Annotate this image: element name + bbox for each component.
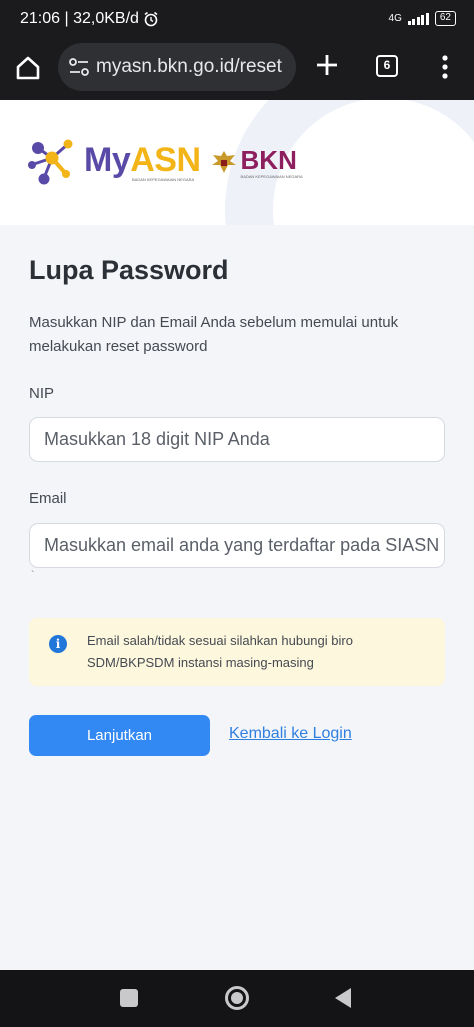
bkn-wordmark: BKN BADAN KEPEGAWAIAN NEGARA — [241, 146, 303, 179]
garuda-emblem-icon — [211, 151, 236, 173]
new-tab-icon[interactable] — [314, 52, 340, 78]
back-icon[interactable] — [335, 988, 351, 1008]
bkn-text: BKN — [240, 144, 297, 175]
email-label: Email — [29, 490, 67, 507]
info-alert: i Email salah/tidak sesuai silahkan hubu… — [29, 618, 445, 686]
continue-button[interactable]: Lanjutkan — [29, 715, 210, 756]
home-nav-icon[interactable] — [225, 986, 249, 1010]
reset-password-form: Lupa Password Masukkan NIP dan Email And… — [0, 225, 474, 970]
battery-icon: 62 — [434, 11, 456, 26]
alarm-icon — [144, 11, 158, 27]
myasn-subtitle: BADAN KEPEGAWAIAN NEGARA — [132, 176, 195, 182]
site-settings-icon[interactable] — [68, 57, 90, 77]
logo-header: MyASN BADAN KEPEGAWAIAN NEGARA BKN BADAN… — [0, 100, 474, 225]
myasn-logo-icon — [28, 139, 73, 185]
page-title: Lupa Password — [29, 255, 229, 285]
myasn-asn: ASN — [130, 140, 201, 179]
logo-row: MyASN BADAN KEPEGAWAIAN NEGARA BKN BADAN… — [24, 134, 303, 190]
url-text: myasn.bkn.go.id/reset — [96, 56, 282, 77]
system-nav-bar — [0, 970, 474, 1027]
network-type: 4G — [388, 13, 402, 24]
myasn-wordmark: MyASN BADAN KEPEGAWAIAN NEGARA — [84, 143, 201, 182]
home-icon[interactable] — [14, 54, 42, 82]
tab-switcher-button[interactable]: 6 — [376, 55, 398, 77]
page-description: Masukkan NIP dan Email Anda sebelum memu… — [29, 314, 399, 355]
nip-label: NIP — [29, 385, 55, 402]
browser-toolbar: myasn.bkn.go.id/reset 6 — [0, 38, 474, 100]
signal-icon — [407, 12, 429, 25]
address-bar[interactable]: myasn.bkn.go.id/reset — [58, 43, 296, 91]
more-menu-icon[interactable] — [438, 54, 452, 80]
bkn-subtitle: BADAN KEPEGAWAIAN NEGARA — [240, 173, 303, 179]
myasn-my: My — [84, 140, 131, 179]
recents-icon[interactable] — [120, 989, 138, 1007]
email-input[interactable]: Masukkan email anda yang terdaftar pada … — [29, 523, 445, 568]
stray-mark: ` — [31, 570, 35, 581]
status-time: 21:06 | 32,0KB/d — [20, 10, 139, 27]
status-bar: 21:06 | 32,0KB/d 4G 62 — [0, 0, 474, 38]
alert-message: Email salah/tidak sesuai silahkan hubung… — [87, 633, 353, 670]
info-icon: i — [49, 635, 67, 653]
back-to-login-link[interactable]: Kembali ke Login — [229, 725, 352, 743]
nip-input[interactable]: Masukkan 18 digit NIP Anda — [29, 417, 445, 462]
